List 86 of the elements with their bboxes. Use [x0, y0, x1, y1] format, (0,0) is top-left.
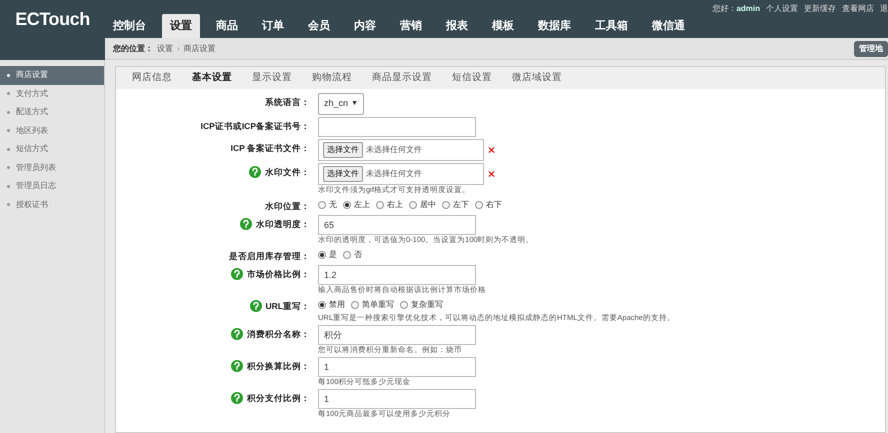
nav-tab[interactable]: 会员 [300, 14, 338, 38]
radio-button[interactable] [318, 251, 326, 259]
choose-file-button[interactable]: 选择文件 [323, 142, 363, 158]
text-field[interactable]: 1 [318, 357, 476, 377]
sidebar-item[interactable]: 地区列表 [0, 122, 104, 140]
radio-button[interactable] [475, 201, 483, 209]
field-label: 水印位置： [265, 200, 310, 213]
radio-button[interactable] [442, 201, 450, 209]
nav-tab[interactable]: 报表 [438, 14, 476, 38]
settings-tab[interactable]: 显示设置 [252, 70, 292, 86]
nav-tab[interactable]: 模板 [484, 14, 522, 38]
chevron-icon: › [177, 42, 180, 54]
radio-label: 禁用 [329, 299, 345, 311]
settings-tab[interactable]: 微店域设置 [512, 70, 562, 86]
settings-tab[interactable]: 购物流程 [312, 70, 352, 86]
file-status: 未选择任何文件 [366, 168, 422, 180]
choose-file-button[interactable]: 选择文件 [323, 166, 363, 182]
radio-button[interactable] [376, 201, 384, 209]
file-field[interactable]: 选择文件 未选择任何文件 [318, 139, 484, 161]
field-label: URL重写： [266, 300, 310, 313]
sidebar-item[interactable]: 支付方式 [0, 84, 104, 103]
remove-icon[interactable]: × [488, 168, 496, 180]
radio-label: 左下 [453, 199, 469, 211]
nav-tab[interactable]: 微信通 [644, 14, 693, 38]
field-label: 消费积分名称： [247, 328, 310, 341]
nav-tab[interactable]: 营销 [392, 14, 430, 38]
breadcrumb-label: 您的位置： [113, 42, 153, 54]
greeting: 您好：admin [712, 3, 760, 15]
text-field[interactable]: 65 [318, 215, 476, 235]
radio-label: 简单重写 [362, 299, 394, 311]
field-label: 市场价格比例： [247, 268, 310, 281]
radio-button[interactable] [400, 301, 408, 309]
radio-label: 是 [329, 249, 337, 261]
settings-tab[interactable]: 商品显示设置 [372, 70, 432, 86]
file-status: 未选择任何文件 [366, 144, 422, 156]
sidebar-item[interactable]: 短信方式 [0, 140, 104, 158]
field-label: 水印文件： [265, 166, 310, 179]
nav-tab[interactable]: 内容 [346, 14, 384, 38]
text-field[interactable]: 1.2 [318, 265, 476, 285]
nav-tab[interactable]: 数据库 [530, 14, 579, 38]
header-link[interactable]: 个人设置 [766, 3, 798, 15]
nav-tab[interactable]: 控制台 [105, 14, 154, 38]
radio-button[interactable] [318, 301, 326, 309]
remove-icon[interactable]: × [488, 144, 496, 156]
nav-tab[interactable]: 工具箱 [587, 14, 636, 38]
text-field[interactable] [318, 117, 476, 137]
text-field[interactable]: 1 [318, 389, 476, 409]
nav-tab[interactable]: 订单 [254, 14, 292, 38]
logo: ECTouch [15, 8, 90, 30]
radio-button[interactable] [343, 201, 351, 209]
field-label: 系统语言： [265, 96, 310, 109]
radio-label: 居中 [420, 199, 436, 211]
settings-tab[interactable]: 网店信息 [132, 70, 172, 86]
settings-tab[interactable]: 短信设置 [452, 70, 492, 86]
field-label: 积分支付比例： [247, 392, 310, 405]
radio-label: 无 [329, 199, 337, 211]
sidebar-item[interactable]: 管理员列表 [0, 158, 104, 177]
field-label: 是否启用库存管理： [229, 250, 310, 263]
settings-tab[interactable]: 基本设置 [192, 70, 232, 86]
radio-button[interactable] [409, 201, 417, 209]
nav-tab[interactable]: 商品 [208, 14, 246, 38]
sidebar-item[interactable]: 商店设置 [0, 66, 104, 84]
field-label: 水印透明度： [256, 218, 310, 231]
radio-label: 右下 [486, 199, 502, 211]
radio-label: 否 [354, 249, 362, 261]
radio-label: 复杂重写 [411, 299, 443, 311]
breadcrumb-link[interactable]: 设置 [157, 42, 173, 54]
sidebar-item[interactable]: 配送方式 [0, 103, 104, 122]
header-link[interactable]: 更新缓存 [804, 3, 836, 15]
text-field[interactable]: 积分 [318, 325, 476, 345]
header-link[interactable]: 退 [880, 3, 888, 15]
radio-label: 左上 [354, 199, 370, 211]
radio-button[interactable] [351, 301, 359, 309]
sidebar-item[interactable]: 授权证书 [0, 196, 104, 214]
radio-button[interactable] [318, 201, 326, 209]
breadcrumb-link[interactable]: 商店设置 [184, 42, 216, 54]
field-label: 积分换算比例： [247, 360, 310, 373]
radio-label: 右上 [387, 199, 403, 211]
sidebar-item[interactable]: 管理员日志 [0, 177, 104, 196]
radio-button[interactable] [343, 251, 351, 259]
field-label: ICP证书或ICP备案证书号： [200, 120, 310, 133]
nav-tab[interactable]: 设置 [162, 14, 200, 38]
field-label: ICP 备案证书文件： [230, 142, 310, 155]
map-button[interactable]: 管理地 [854, 40, 888, 56]
header-link[interactable]: 查看网店 [842, 3, 874, 15]
file-field[interactable]: 选择文件 未选择任何文件 [318, 163, 484, 185]
